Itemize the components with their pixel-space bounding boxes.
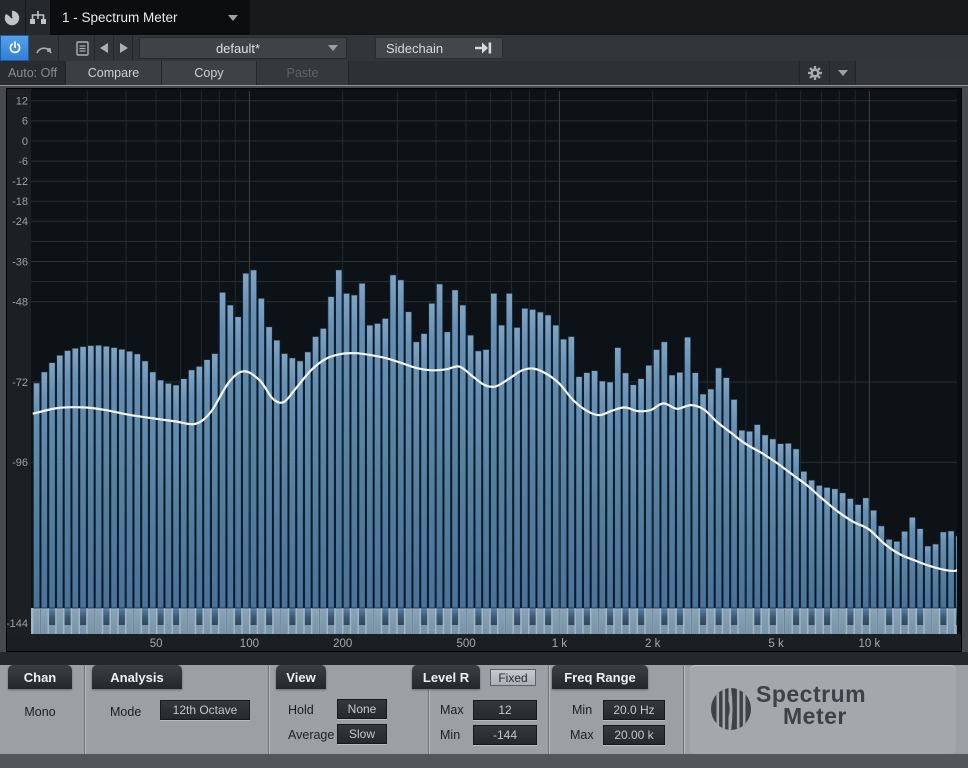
svg-text:-6: -6 xyxy=(18,156,28,168)
instance-selector[interactable]: 1 - Spectrum Meter xyxy=(50,0,250,35)
svg-text:200: 200 xyxy=(333,638,352,650)
average-button[interactable]: Slow xyxy=(337,724,387,744)
paste-button[interactable]: Paste xyxy=(257,61,349,85)
level-max-label: Max xyxy=(440,703,464,717)
power-icon xyxy=(8,41,22,55)
level-min-label: Min xyxy=(440,728,460,742)
preset-dropdown[interactable]: default* xyxy=(139,37,347,59)
svg-text:-72: -72 xyxy=(12,377,28,389)
automation-mode-button[interactable]: Auto: Off xyxy=(0,61,66,85)
analysis-mode-button[interactable]: 12th Octave xyxy=(160,700,250,720)
hold-button[interactable]: None xyxy=(337,699,387,719)
settings-dropdown-button[interactable] xyxy=(830,61,856,85)
title-bar: 1 - Spectrum Meter xyxy=(0,0,968,35)
preset-toolbar: default* Sidechain xyxy=(0,35,968,61)
tab-freq-range: Freq Range xyxy=(552,665,648,689)
freq-min-value[interactable]: 20.0 Hz xyxy=(603,700,665,720)
svg-text:-36: -36 xyxy=(12,256,28,268)
trim-curve-icon xyxy=(35,42,53,55)
chevron-down-icon xyxy=(228,15,238,21)
toolbar-spacer xyxy=(856,61,968,85)
svg-text:-96: -96 xyxy=(12,457,28,469)
svg-text:10 k: 10 k xyxy=(859,638,881,650)
hold-label: Hold xyxy=(288,703,314,717)
freq-max-value[interactable]: 20.00 k xyxy=(603,725,665,745)
svg-text:-144: -144 xyxy=(7,618,28,630)
next-preset-button[interactable] xyxy=(114,35,133,61)
svg-text:1 k: 1 k xyxy=(552,638,568,650)
tab-view: View xyxy=(276,665,326,689)
sidechain-input-icon xyxy=(475,42,492,54)
knob-icon xyxy=(3,9,21,27)
tab-level: Level R xyxy=(412,665,480,689)
arrow-right-icon xyxy=(119,43,128,53)
svg-text:-48: -48 xyxy=(12,297,28,309)
plugin-brand-name: Spectrum Meter xyxy=(756,683,866,727)
svg-text:2 k: 2 k xyxy=(645,638,661,650)
preset-value: default* xyxy=(148,41,328,56)
routing-button[interactable] xyxy=(26,0,51,35)
header-icon-block xyxy=(0,0,50,35)
svg-text:5 k: 5 k xyxy=(768,638,784,650)
average-label: Average xyxy=(288,728,334,742)
mode-label: Mode xyxy=(110,705,141,719)
svg-text:-18: -18 xyxy=(12,196,28,208)
level-fixed-toggle[interactable]: Fixed xyxy=(490,669,536,686)
spectrum-display: 12 6 0 -6 -12 -18 -24 -36 -48 -72 -96 -144 50 100 200 5… xyxy=(6,88,962,652)
chevron-down-icon xyxy=(328,45,338,51)
channel-mode-value: Mono xyxy=(12,705,68,719)
sidechain-button[interactable]: Sidechain xyxy=(375,37,503,59)
tab-chan: Chan xyxy=(8,665,72,689)
svg-text:-24: -24 xyxy=(12,216,28,228)
input-trim-button[interactable] xyxy=(29,35,59,61)
bypass-power-button[interactable] xyxy=(0,35,29,61)
copy-button[interactable]: Copy xyxy=(162,61,257,85)
svg-text:-12: -12 xyxy=(12,176,28,188)
freq-max-label: Max xyxy=(570,728,594,742)
plugin-window: 1 - Spectrum Meter xyxy=(0,0,968,768)
svg-text:6: 6 xyxy=(22,116,28,128)
knob-mode-button[interactable] xyxy=(0,0,26,35)
file-icon xyxy=(76,41,89,56)
display-lower-frame xyxy=(0,652,968,665)
window-footer xyxy=(0,754,968,768)
gear-icon xyxy=(807,65,823,81)
instance-label: 1 - Spectrum Meter xyxy=(62,10,228,25)
settings-button[interactable] xyxy=(800,61,830,85)
level-max-value[interactable]: 12 xyxy=(473,700,537,720)
freq-min-label: Min xyxy=(572,703,592,717)
svg-text:50: 50 xyxy=(150,638,163,650)
spectrum-analyzer-graph: 12 6 0 -6 -12 -18 -24 -36 -48 -72 -96 -144 50 100 200 5… xyxy=(7,89,961,651)
presonus-logo-icon xyxy=(708,687,754,731)
svg-text:100: 100 xyxy=(240,638,259,650)
level-min-value[interactable]: -144 xyxy=(473,725,537,745)
compare-button[interactable]: Compare xyxy=(66,61,162,85)
sidechain-label: Sidechain xyxy=(386,41,475,56)
svg-text:12: 12 xyxy=(16,96,28,108)
tab-analysis: Analysis xyxy=(92,665,182,689)
arrow-left-icon xyxy=(100,43,109,53)
parameter-panel: Chan Mono Analysis Mode 12th Octave View… xyxy=(0,665,968,754)
chevron-down-icon xyxy=(838,70,848,76)
svg-text:500: 500 xyxy=(457,638,476,650)
preset-file-button[interactable] xyxy=(71,35,95,61)
svg-text:0: 0 xyxy=(22,136,28,148)
previous-preset-button[interactable] xyxy=(95,35,114,61)
edit-toolbar: Auto: Off Compare Copy Paste xyxy=(0,61,968,85)
brand-panel: Spectrum Meter xyxy=(690,665,956,754)
routing-icon xyxy=(29,10,47,26)
